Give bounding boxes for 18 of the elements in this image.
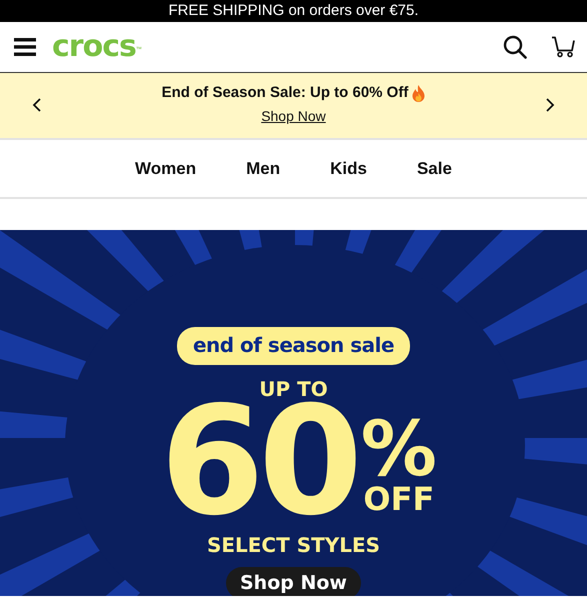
nav-link[interactable]: Sale [410, 154, 458, 182]
previous-icon[interactable] [32, 97, 42, 114]
nav-link[interactable]: Kids [324, 154, 373, 182]
next-icon[interactable] [544, 97, 555, 114]
flame-icon [412, 85, 426, 102]
announcement-text: FREE SHIPPING on orders over €75. [0, 0, 587, 22]
subheadline-text: SELECT STYLES [206, 534, 380, 554]
promo-title: End of Season Sale: Up to 60% Off [162, 83, 408, 104]
headline-text: UP TO [259, 379, 328, 399]
shop-now-link[interactable]: Shop Now [261, 106, 326, 127]
nav-link[interactable]: Women [129, 154, 202, 182]
nav-link[interactable]: Men [240, 154, 286, 182]
sale-badge: end of season sale [176, 327, 410, 365]
discount-number: 60 [160, 399, 357, 526]
search-icon[interactable] [503, 35, 527, 59]
shop-now-button[interactable]: Shop Now [226, 566, 361, 596]
menu-icon[interactable] [14, 37, 36, 57]
cart-icon[interactable] [551, 36, 575, 58]
